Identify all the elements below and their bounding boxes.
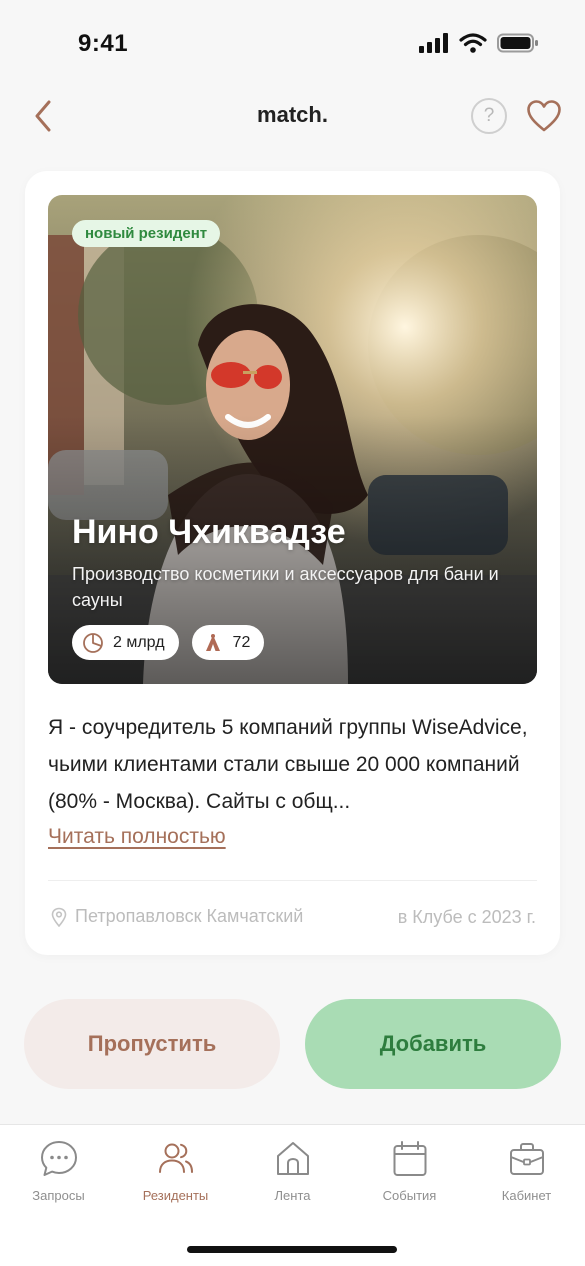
- calendar-icon: [393, 1141, 426, 1176]
- location-text: Петропавловск Камчатский: [75, 906, 304, 926]
- new-resident-badge: новый резидент: [72, 220, 221, 247]
- chat-icon: [40, 1141, 77, 1176]
- tab-events[interactable]: События: [351, 1139, 468, 1209]
- revenue-value: 2 млрд: [113, 633, 165, 651]
- pie-chart-icon: [83, 632, 103, 653]
- rank-icon: [205, 633, 220, 651]
- profile-photo[interactable]: новый резидент Нино Чхиквадзе Производст…: [48, 195, 537, 684]
- tab-residents[interactable]: Резиденты: [117, 1139, 234, 1209]
- stats-row: 2 млрд 72: [72, 625, 265, 660]
- briefcase-icon: [509, 1143, 544, 1175]
- tab-label: Резиденты: [142, 1188, 209, 1203]
- heart-icon: [527, 100, 561, 132]
- revenue-chip: 2 млрд: [72, 625, 179, 660]
- tab-label: Запросы: [32, 1188, 85, 1203]
- screen: 9:41 match. ? новый резидент Нино Чхиква…: [0, 0, 585, 1266]
- battery-icon: [497, 33, 538, 53]
- divider: [48, 880, 537, 881]
- add-button[interactable]: Добавить: [305, 999, 561, 1089]
- help-button[interactable]: ?: [471, 98, 507, 134]
- resident-name: Нино Чхиквадзе: [72, 513, 346, 551]
- tab-requests[interactable]: Запросы: [0, 1139, 117, 1209]
- header: match. ?: [0, 88, 585, 144]
- status-bar: 9:41: [0, 0, 585, 88]
- rank-chip: 72: [191, 625, 265, 660]
- wifi-icon: [459, 33, 487, 53]
- tab-bar: Запросы Резиденты Лента События Кабинет: [0, 1124, 585, 1266]
- status-icons: [419, 33, 539, 53]
- tab-label: События: [382, 1188, 437, 1203]
- tab-cabinet[interactable]: Кабинет: [468, 1139, 585, 1209]
- member-since: в Клубе с 2023 г.: [397, 907, 536, 927]
- location: Петропавловск Камчатский: [51, 906, 303, 927]
- resident-description: Производство косметики и аксессуаров для…: [72, 564, 499, 610]
- location-pin-icon: [51, 907, 67, 927]
- tab-label: Кабинет: [501, 1188, 552, 1203]
- users-icon: [158, 1143, 193, 1173]
- home-icon: [276, 1142, 309, 1175]
- favorite-button[interactable]: [524, 96, 564, 136]
- signal-icon: [419, 33, 448, 53]
- skip-button[interactable]: Пропустить: [24, 999, 280, 1089]
- status-time: 9:41: [78, 30, 129, 57]
- rank-value: 72: [232, 633, 251, 651]
- home-indicator: [187, 1246, 397, 1253]
- read-more-link[interactable]: Читать полностью: [48, 825, 226, 849]
- tab-label: Лента: [274, 1188, 311, 1203]
- profile-card: новый резидент Нино Чхиквадзе Производст…: [25, 171, 560, 955]
- bio-text: Я - соучредитель 5 компаний группы WiseA…: [48, 716, 528, 813]
- tab-feed[interactable]: Лента: [234, 1139, 351, 1209]
- question-icon: ?: [483, 105, 495, 126]
